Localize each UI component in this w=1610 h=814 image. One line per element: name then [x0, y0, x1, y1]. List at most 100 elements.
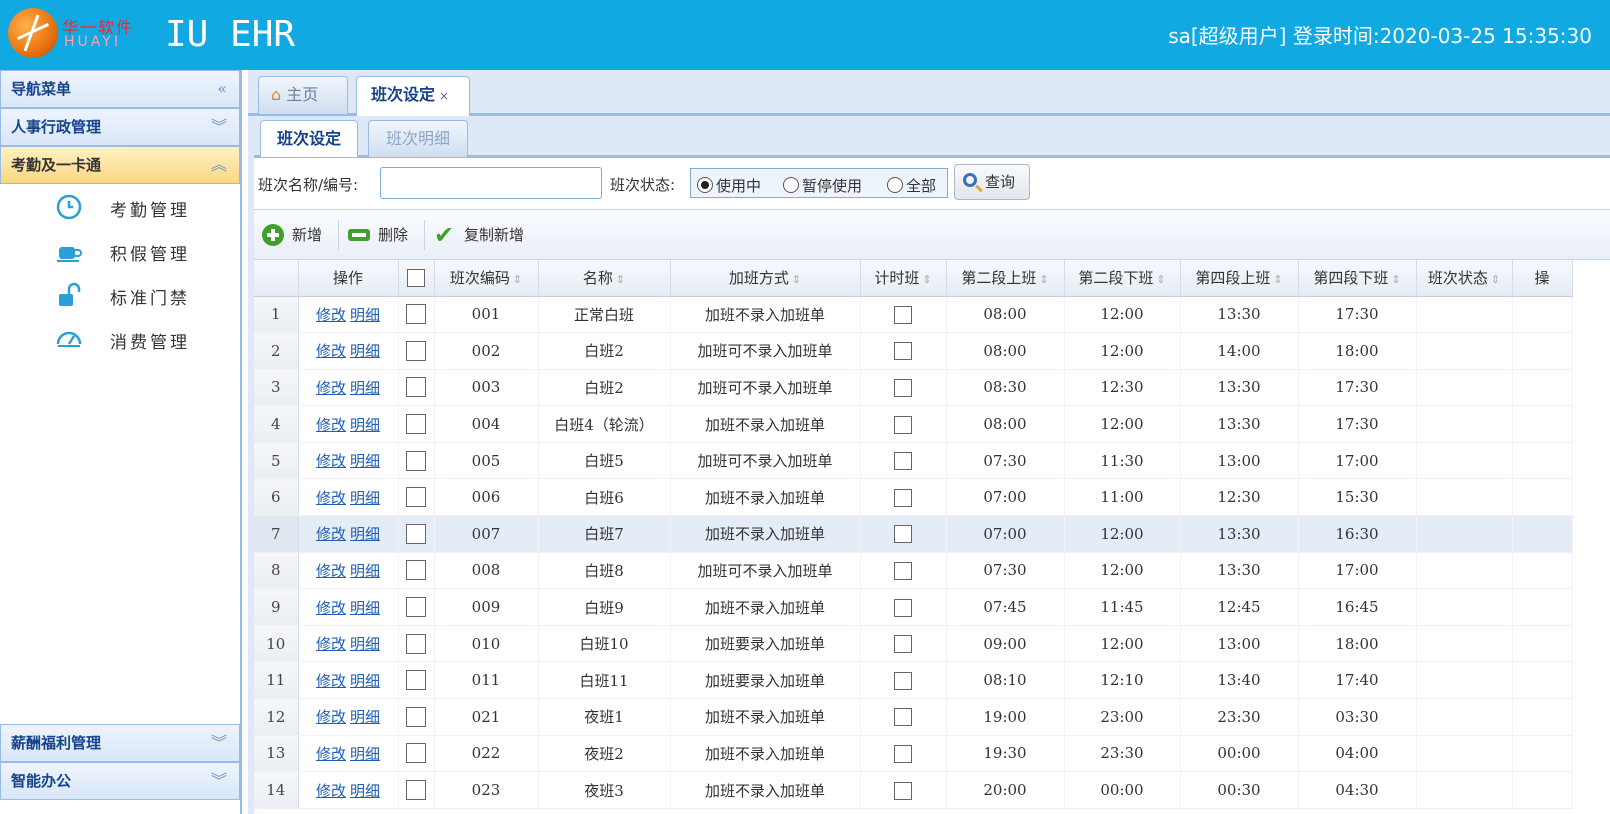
edit-link[interactable]: 修改 — [316, 416, 346, 434]
add-button[interactable]: 新增 — [262, 222, 322, 248]
timed-shift-checkbox[interactable] — [894, 598, 912, 617]
sidebar-section-payroll[interactable]: 薪酬福利管理 ︾ — [0, 724, 240, 762]
timed-shift-checkbox[interactable] — [894, 744, 912, 763]
detail-link[interactable]: 明细 — [350, 379, 380, 397]
close-icon[interactable]: × — [439, 89, 449, 103]
detail-link[interactable]: 明细 — [350, 452, 380, 470]
edit-link[interactable]: 修改 — [316, 635, 346, 653]
row-checkbox[interactable] — [406, 780, 426, 801]
table-row[interactable]: 13 修改 明细 022 夜班2 加班不录入加班单 19:30 23:30 00:00 04:00 — [254, 735, 1573, 773]
select-all-checkbox[interactable] — [407, 269, 425, 287]
table-row[interactable]: 1 修改 明细 001 正常白班 加班不录入加班单 08:00 12:00 13:30 17:30 — [254, 296, 1573, 334]
timed-shift-checkbox[interactable] — [894, 305, 912, 324]
edit-link[interactable]: 修改 — [316, 562, 346, 580]
edit-link[interactable]: 修改 — [316, 452, 346, 470]
tab-home[interactable]: ⌂ 主页 — [258, 76, 348, 114]
timed-shift-checkbox[interactable] — [894, 671, 912, 690]
copy-add-button[interactable]: ✔ 复制新增 — [434, 222, 524, 248]
detail-link[interactable]: 明细 — [350, 489, 380, 507]
table-row[interactable]: 3 修改 明细 003 白班2 加班可不录入加班单 08:30 12:30 13:30 17:30 — [254, 369, 1573, 407]
detail-link[interactable]: 明细 — [350, 672, 380, 690]
detail-link[interactable]: 明细 — [350, 745, 380, 763]
row-checkbox[interactable] — [406, 597, 426, 618]
detail-link[interactable]: 明细 — [350, 635, 380, 653]
edit-link[interactable]: 修改 — [316, 489, 346, 507]
detail-link[interactable]: 明细 — [350, 525, 380, 543]
column-header-overtime-mode[interactable]: 加班方式 ⇕ — [670, 260, 861, 297]
timed-shift-checkbox[interactable] — [894, 378, 912, 397]
timed-shift-checkbox[interactable] — [894, 415, 912, 434]
table-row[interactable]: 6 修改 明细 006 白班6 加班不录入加班单 07:00 11:00 12:30 15:30 — [254, 478, 1573, 517]
detail-link[interactable]: 明细 — [350, 782, 380, 800]
edit-link[interactable]: 修改 — [316, 782, 346, 800]
table-row[interactable]: 4 修改 明细 004 白班4（轮流） 加班不录入加班单 08:00 12:00 13:30 17… — [254, 405, 1573, 443]
timed-shift-checkbox[interactable] — [894, 488, 912, 507]
row-checkbox[interactable] — [406, 523, 426, 544]
table-row[interactable]: 5 修改 明细 005 白班5 加班可不录入加班单 07:30 11:30 13:00 17:00 — [254, 442, 1573, 480]
status-radio-active[interactable]: 使用中 — [697, 175, 761, 196]
edit-link[interactable]: 修改 — [316, 306, 346, 324]
sidebar-item-attendance[interactable]: 考勤管理 — [0, 184, 240, 228]
edit-link[interactable]: 修改 — [316, 708, 346, 726]
table-row[interactable]: 14 修改 明细 023 夜班3 加班不录入加班单 20:00 00:00 00:30 04:30 — [254, 771, 1573, 809]
query-button[interactable]: 查询 — [954, 164, 1030, 200]
subtab-shift-settings[interactable]: 班次设定 — [260, 120, 358, 158]
column-header-name[interactable]: 名称 ⇕ — [538, 260, 671, 297]
edit-link[interactable]: 修改 — [316, 379, 346, 397]
column-header-code[interactable]: 班次编码 ⇕ — [434, 260, 539, 297]
tab-shift-settings[interactable]: 班次设定 × — [356, 76, 470, 118]
column-header-seg4-end[interactable]: 第四段下班 ⇕ — [1298, 260, 1417, 297]
row-checkbox[interactable] — [406, 743, 426, 764]
detail-link[interactable]: 明细 — [350, 342, 380, 360]
sidebar-section-hr-admin[interactable]: 人事行政管理 ︾ — [0, 108, 240, 146]
timed-shift-checkbox[interactable] — [894, 561, 912, 580]
sidebar-item-access-control[interactable]: 标准门禁 — [0, 272, 240, 316]
edit-link[interactable]: 修改 — [316, 599, 346, 617]
table-row[interactable]: 12 修改 明细 021 夜班1 加班不录入加班单 19:00 23:00 23:30 03:30 — [254, 698, 1573, 736]
column-header-status[interactable]: 班次状态 ⇕ — [1416, 260, 1513, 297]
status-radio-all[interactable]: 全部 — [887, 175, 936, 196]
timed-shift-checkbox[interactable] — [894, 342, 912, 361]
row-checkbox[interactable] — [406, 450, 426, 471]
row-checkbox[interactable] — [406, 706, 426, 727]
timed-shift-checkbox[interactable] — [894, 635, 912, 654]
edit-link[interactable]: 修改 — [316, 342, 346, 360]
edit-link[interactable]: 修改 — [316, 525, 346, 543]
column-header-timed-shift[interactable]: 计时班 ⇕ — [860, 260, 947, 297]
status-radio-paused[interactable]: 暂停使用 — [783, 175, 862, 196]
row-checkbox[interactable] — [406, 670, 426, 691]
row-checkbox[interactable] — [406, 560, 426, 581]
sidebar-item-consumption[interactable]: 消费管理 — [0, 316, 240, 360]
sidebar-item-leave[interactable]: 积假管理 — [0, 228, 240, 272]
detail-link[interactable]: 明细 — [350, 416, 380, 434]
timed-shift-checkbox[interactable] — [894, 452, 912, 471]
detail-link[interactable]: 明细 — [350, 562, 380, 580]
edit-link[interactable]: 修改 — [316, 672, 346, 690]
sidebar-section-office[interactable]: 智能办公 ︾ — [0, 762, 240, 800]
table-row[interactable]: 7 修改 明细 007 白班7 加班不录入加班单 07:00 12:00 13:30 16:30 — [254, 515, 1573, 553]
column-header-seg2-end[interactable]: 第二段下班 ⇕ — [1064, 260, 1181, 297]
table-row[interactable]: 8 修改 明细 008 白班8 加班可不录入加班单 07:30 12:00 13:30 17:00 — [254, 552, 1573, 590]
table-row[interactable]: 2 修改 明细 002 白班2 加班可不录入加班单 08:00 12:00 14:00 18:00 — [254, 332, 1573, 370]
edit-link[interactable]: 修改 — [316, 745, 346, 763]
timed-shift-checkbox[interactable] — [894, 708, 912, 727]
shift-name-input[interactable] — [380, 167, 602, 199]
detail-link[interactable]: 明细 — [350, 599, 380, 617]
subtab-shift-details[interactable]: 班次明细 — [368, 120, 468, 158]
table-row[interactable]: 11 修改 明细 011 白班11 加班要录入加班单 08:10 12:10 13:40 17:4… — [254, 661, 1573, 700]
column-header-seg2-start[interactable]: 第二段上班 ⇕ — [946, 260, 1065, 297]
row-checkbox[interactable] — [406, 304, 426, 325]
column-header-seg4-start[interactable]: 第四段上班 ⇕ — [1180, 260, 1299, 297]
collapse-left-icon[interactable]: « — [217, 71, 227, 107]
timed-shift-checkbox[interactable] — [894, 781, 912, 800]
row-checkbox[interactable] — [406, 633, 426, 654]
row-checkbox[interactable] — [406, 340, 426, 361]
row-checkbox[interactable] — [406, 377, 426, 398]
timed-shift-checkbox[interactable] — [894, 525, 912, 544]
table-row[interactable]: 9 修改 明细 009 白班9 加班不录入加班单 07:45 11:45 12:45 16:45 — [254, 588, 1573, 626]
detail-link[interactable]: 明细 — [350, 708, 380, 726]
nav-menu-header[interactable]: 导航菜单 « — [0, 70, 240, 108]
sidebar-section-attendance[interactable]: 考勤及一卡通 ︽ — [0, 146, 240, 184]
row-checkbox[interactable] — [406, 414, 426, 435]
detail-link[interactable]: 明细 — [350, 306, 380, 324]
